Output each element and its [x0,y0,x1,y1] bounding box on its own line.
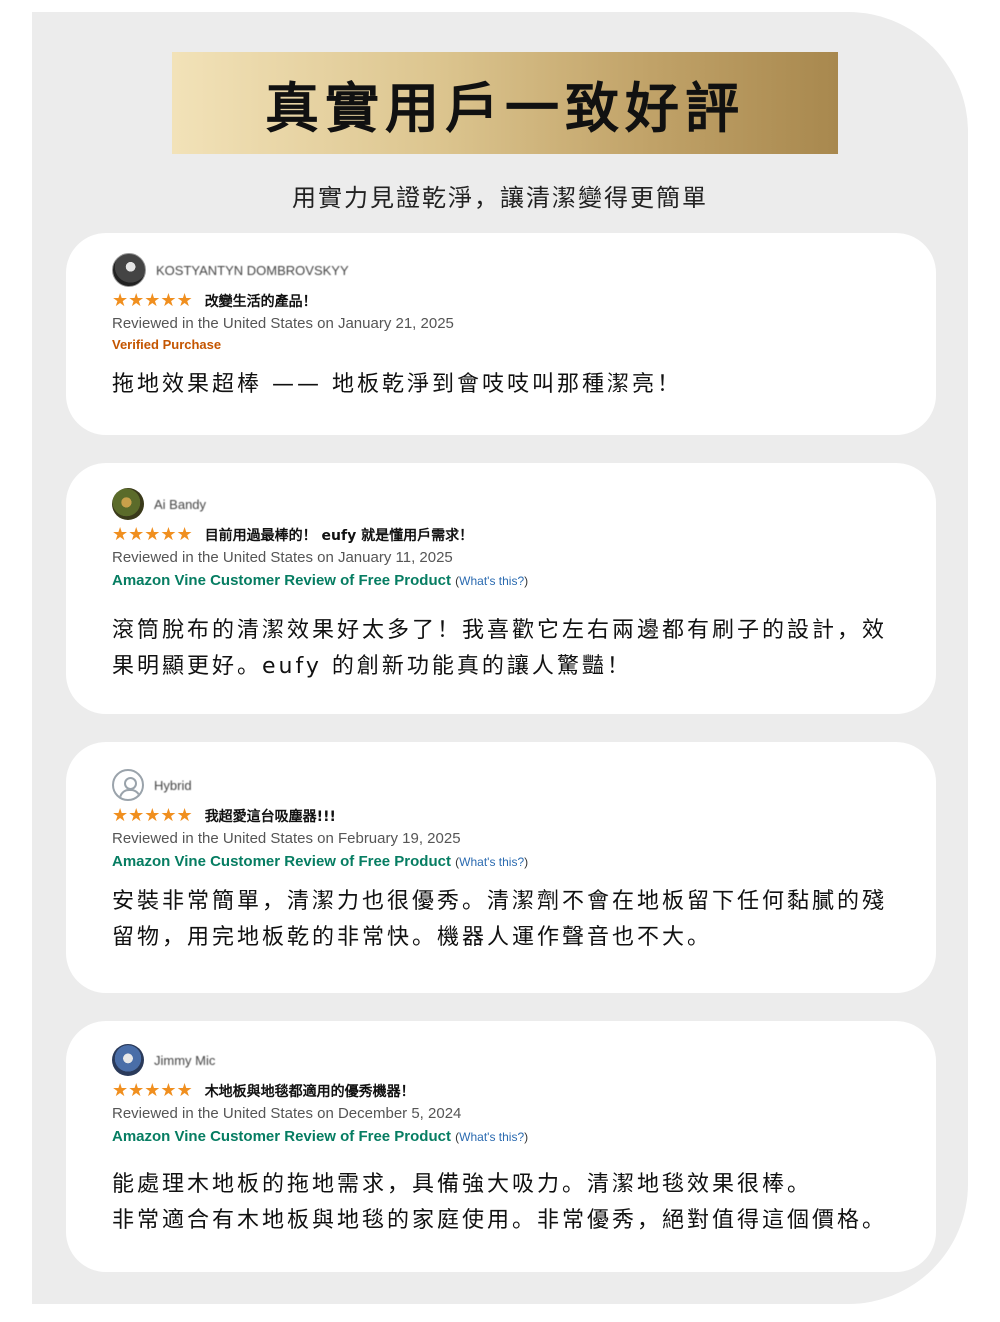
vine-badge: Amazon Vine Customer Review of Free Prod… [112,1128,529,1145]
review-date: Reviewed in the United States on January… [112,549,453,566]
star-rating-icon: ★★★★★ [112,1080,193,1101]
page-title: 真實用戶一致好評 [265,76,745,140]
review-card: Ai Bandy ★★★★★ 目前用過最棒的！ eufy 就是懂用戶需求！ Re… [66,463,936,714]
review-title[interactable]: 目前用過最棒的！ eufy 就是懂用戶需求！ [205,525,473,545]
reviewer-header: Jimmy Mic [112,1043,906,1077]
review-body-line: 能處理木地板的拖地需求，具備強大吸力。清潔地毯效果很棒。 [112,1172,813,1197]
avatar[interactable] [112,1044,144,1076]
review-card: Hybrid ★★★★★ 我超愛這台吸塵器!!! Reviewed in the… [66,742,936,993]
avatar[interactable] [112,253,146,287]
review: Ai Bandy ★★★★★ 目前用過最棒的！ eufy 就是懂用戶需求！ Re… [112,487,906,685]
vine-badge: Amazon Vine Customer Review of Free Prod… [112,853,529,870]
rating-row: ★★★★★ 我超愛這台吸塵器!!! [112,804,906,828]
review-body-line: 非常適合有木地板與地毯的家庭使用。非常優秀，絕對值得這個價格。 [112,1208,888,1233]
reviewer-name[interactable]: KOSTYANTYN DOMBROVSKYY [156,263,349,278]
reviewer-header: Hybrid [112,768,906,802]
review-date: Reviewed in the United States on Februar… [112,830,461,847]
review-title[interactable]: 改變生活的產品！ [205,291,317,311]
vine-label: Amazon Vine Customer Review of Free Prod… [112,853,451,870]
avatar[interactable] [112,488,144,520]
review: Hybrid ★★★★★ 我超愛這台吸塵器!!! Reviewed in the… [112,768,906,956]
vine-badge: Amazon Vine Customer Review of Free Prod… [112,572,529,589]
review-date: Reviewed in the United States on January… [112,315,454,332]
review: Jimmy Mic ★★★★★ 木地板與地毯都適用的優秀機器！ Reviewed… [112,1043,906,1239]
review-title[interactable]: 木地板與地毯都適用的優秀機器！ [205,1081,415,1101]
star-rating-icon: ★★★★★ [112,290,193,311]
whats-this-link[interactable]: What's this? [459,1130,524,1144]
review-card: KOSTYANTYN DOMBROVSKYY ★★★★★ 改變生活的產品！ Re… [66,233,936,435]
whats-this-link[interactable]: What's this? [459,574,524,588]
default-avatar-icon[interactable] [112,769,144,801]
review-date: Reviewed in the United States on Decembe… [112,1105,462,1122]
verified-badge: Verified Purchase [112,337,222,352]
star-rating-icon: ★★★★★ [112,524,193,545]
review-title[interactable]: 我超愛這台吸塵器!!! [205,806,336,826]
reviewer-header: Ai Bandy [112,487,906,521]
rating-row: ★★★★★ 改變生活的產品！ [112,289,906,313]
whats-this-link[interactable]: What's this? [459,855,524,869]
review-body: 滾筒脫布的清潔效果好太多了！我喜歡它左右兩邊都有刷子的設計，效果明顯更好。euf… [112,618,888,679]
reviewer-header: KOSTYANTYN DOMBROVSKYY [112,253,906,287]
reviewer-name[interactable]: Ai Bandy [154,497,206,512]
star-rating-icon: ★★★★★ [112,805,193,826]
page-subtitle: 用實力見證乾淨，讓清潔變得更簡單 [292,184,708,212]
vine-label: Amazon Vine Customer Review of Free Prod… [112,1128,451,1145]
review-card: Jimmy Mic ★★★★★ 木地板與地毯都適用的優秀機器！ Reviewed… [66,1021,936,1272]
review-body: 安裝非常簡單，清潔力也很優秀。清潔劑不會在地板留下任何黏膩的殘留物，用完地板乾的… [112,889,888,950]
review-body: 拖地效果超棒 —— 地板乾淨到會吱吱叫那種潔亮！ [112,372,682,397]
reviewer-name[interactable]: Hybrid [154,778,192,793]
review: KOSTYANTYN DOMBROVSKYY ★★★★★ 改變生活的產品！ Re… [112,253,906,403]
title-banner: 真實用戶一致好評 [172,52,838,154]
rating-row: ★★★★★ 木地板與地毯都適用的優秀機器！ [112,1079,906,1103]
review-body: 能處理木地板的拖地需求，具備強大吸力。清潔地毯效果很棒。 非常適合有木地板與地毯… [112,1167,906,1239]
reviewer-name[interactable]: Jimmy Mic [154,1053,215,1068]
vine-label: Amazon Vine Customer Review of Free Prod… [112,572,451,589]
rating-row: ★★★★★ 目前用過最棒的！ eufy 就是懂用戶需求！ [112,523,906,547]
